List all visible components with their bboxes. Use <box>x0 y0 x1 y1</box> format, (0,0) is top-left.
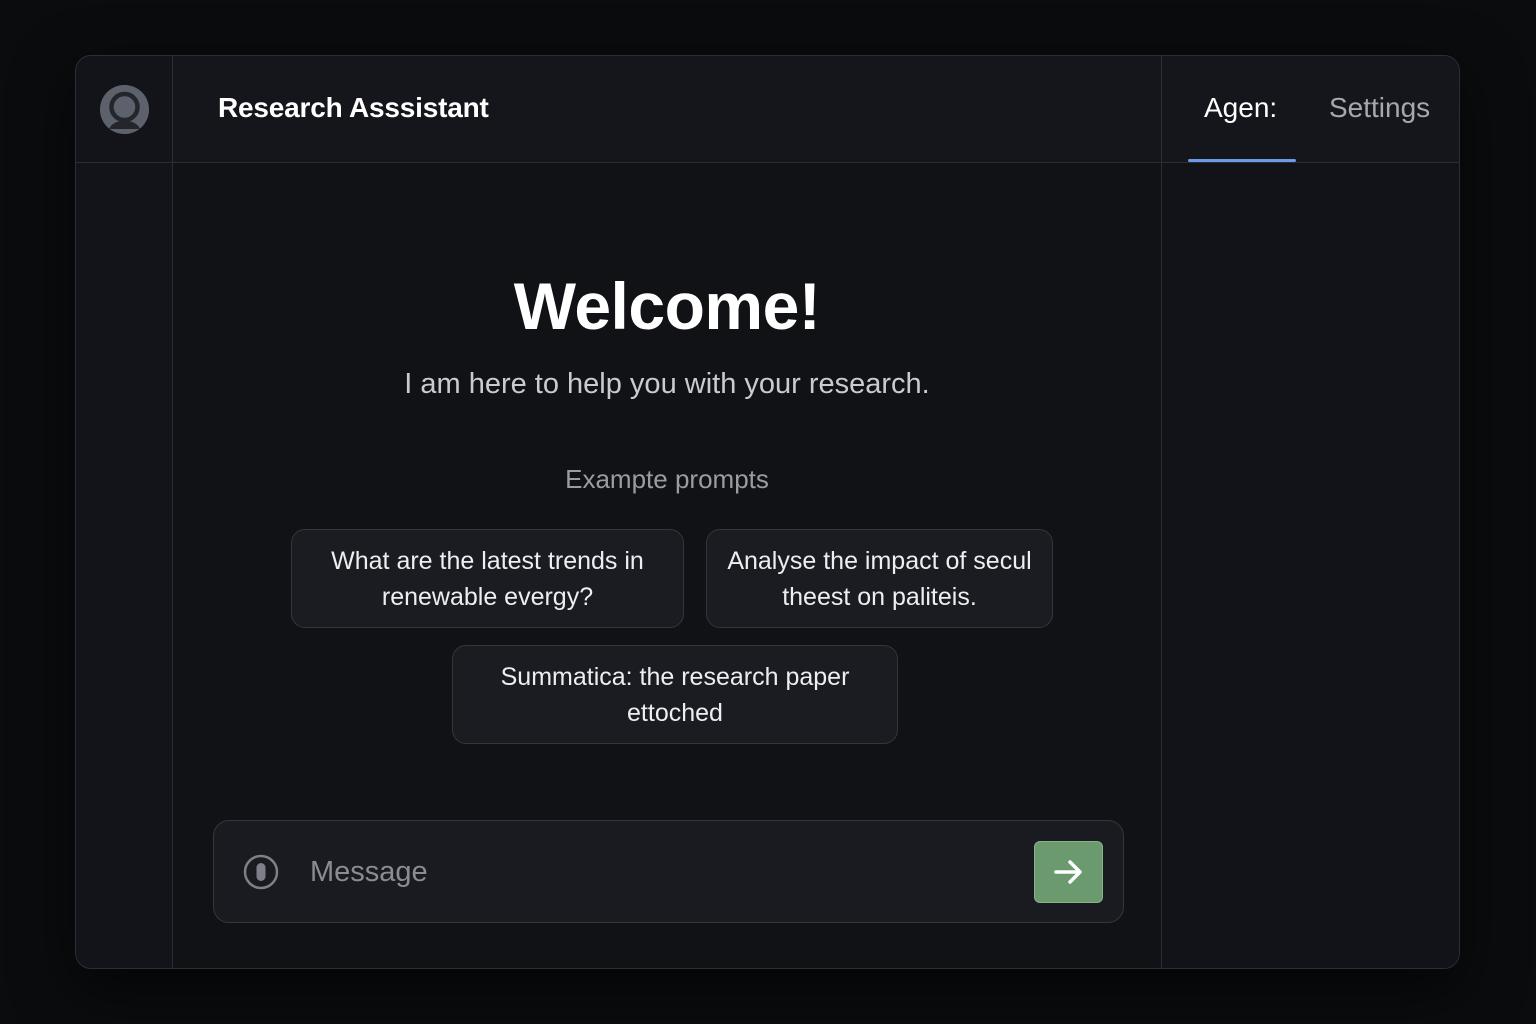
example-prompt-text: What are the latest trends in renewable … <box>331 546 644 611</box>
user-avatar-icon[interactable] <box>100 85 149 134</box>
example-prompt-button[interactable]: Summatica: the research paper ettoched <box>452 645 898 744</box>
main-panel: Research Asssistant Welcome! I am here t… <box>173 56 1161 968</box>
main-header: Research Asssistant <box>173 56 1161 163</box>
side-tabs: Agen: Settings <box>1162 56 1459 163</box>
message-composer <box>213 820 1124 923</box>
example-prompt-button[interactable]: What are the latest trends in renewable … <box>291 529 684 628</box>
app-title: Research Asssistant <box>218 92 489 123</box>
welcome-subtitle: I am here to help you with your research… <box>404 368 930 400</box>
send-button[interactable] <box>1034 841 1103 903</box>
rail-divider <box>76 162 173 163</box>
active-tab-indicator <box>1188 159 1296 162</box>
tab-settings[interactable]: Settings <box>1329 92 1430 124</box>
arrow-right-icon <box>1053 860 1082 884</box>
attach-icon[interactable] <box>243 854 279 890</box>
side-panel: Agen: Settings <box>1161 56 1459 968</box>
example-prompt-text: Analyse the impact of secul theest on pa… <box>727 546 1032 611</box>
app-window: Research Asssistant Welcome! I am here t… <box>75 55 1460 969</box>
welcome-heading: Welcome! <box>513 269 821 343</box>
message-input[interactable] <box>310 847 1010 897</box>
left-rail <box>76 56 173 968</box>
example-prompt-text: Summatica: the research paper ettoched <box>500 662 850 727</box>
tab-agent[interactable]: Agen: <box>1204 92 1277 124</box>
example-prompts-label: Exampte prompts <box>565 464 769 494</box>
example-prompt-button[interactable]: Analyse the impact of secul theest on pa… <box>706 529 1053 628</box>
